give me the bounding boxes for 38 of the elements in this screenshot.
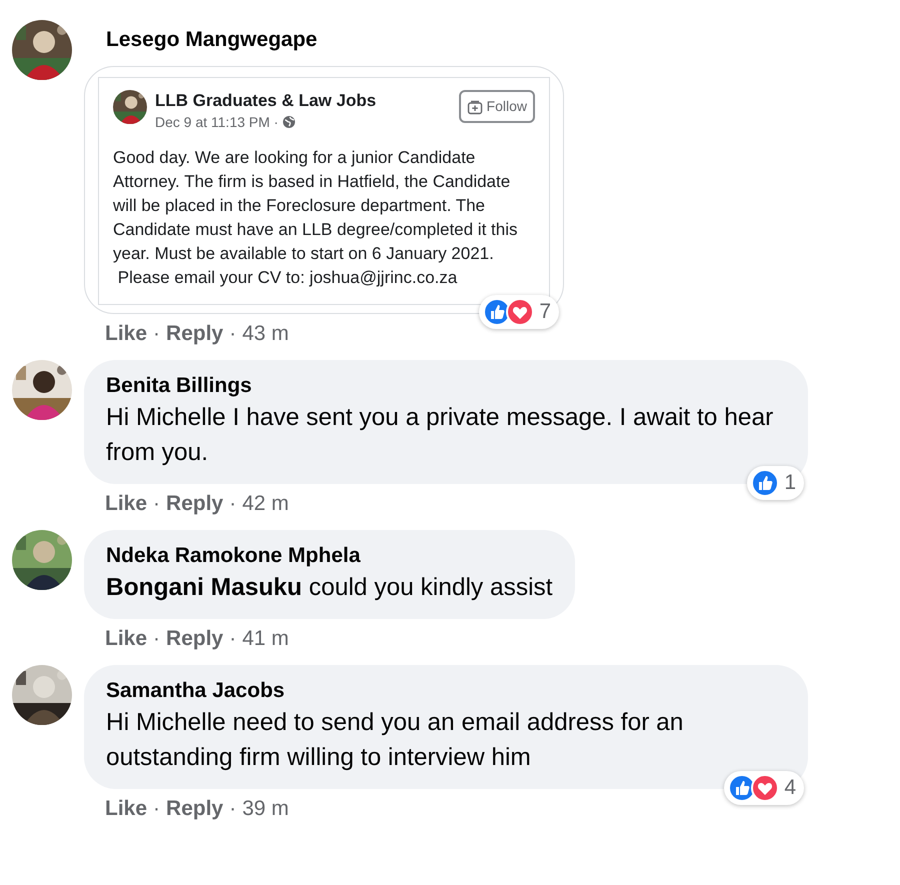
reply-link[interactable]: Reply: [166, 490, 224, 518]
reply-link[interactable]: Reply: [166, 795, 224, 823]
reaction-count[interactable]: 4: [724, 771, 804, 805]
like-icon: [751, 469, 780, 497]
post-text: Please email your CV to: joshua@jjrinc.co.za: [116, 267, 458, 289]
reply-link[interactable]: Reply: [166, 625, 224, 653]
like-link[interactable]: Like: [105, 490, 148, 518]
like-link[interactable]: Like: [105, 625, 148, 653]
like-link[interactable]: Like: [105, 795, 148, 823]
comment-text: Hi Michelle need to send you an email address for an outstanding firm willing to interview him: [106, 708, 684, 773]
author-name[interactable]: Samantha Jacobs: [106, 677, 786, 705]
reaction-count[interactable]: 7: [479, 295, 559, 329]
reply-link[interactable]: Reply: [166, 320, 224, 348]
like-link[interactable]: Like: [105, 320, 148, 348]
post-text: Good day. We are looking for a junior Candidate Attorney. The firm is based in Hatfield, the Candidate will be placed in the Foreclosure department. The Candidate must have an LLB degree/completed it this year. Must be available to start on 6 January 2021.: [113, 147, 518, 265]
comment-time: 42 m: [242, 491, 289, 517]
globe-icon: [282, 115, 296, 129]
follow-button[interactable]: Follow: [458, 90, 535, 123]
post-date: Dec 9 at 11:13 PM ·: [155, 113, 278, 132]
separator-dot: ·: [229, 491, 236, 517]
author-name[interactable]: Lesego Mangwegape: [106, 26, 318, 54]
comment-time: 43 m: [242, 321, 289, 347]
separator-dot: ·: [153, 626, 160, 652]
page-name: LLB Graduates & Law Jobs: [155, 90, 378, 112]
separator-dot: ·: [229, 626, 236, 652]
separator-dot: ·: [229, 796, 236, 822]
separator-dot: ·: [153, 321, 160, 347]
separator-dot: ·: [153, 796, 160, 822]
comment-time: 39 m: [242, 796, 289, 822]
separator-dot: ·: [229, 321, 236, 347]
author-name[interactable]: Benita Billings: [106, 372, 786, 400]
comment-text: Hi Michelle I have sent you a private message. I await to hear from you.: [106, 403, 774, 468]
comment-time: 41 m: [242, 626, 289, 652]
add-icon: [466, 98, 483, 114]
reaction-count[interactable]: 1: [747, 466, 804, 500]
separator-dot: ·: [153, 491, 160, 517]
author-name[interactable]: Ndeka Ramokone Mphela: [106, 542, 553, 570]
comment-text: Bongani Masuku could you kindly assist: [106, 573, 553, 603]
